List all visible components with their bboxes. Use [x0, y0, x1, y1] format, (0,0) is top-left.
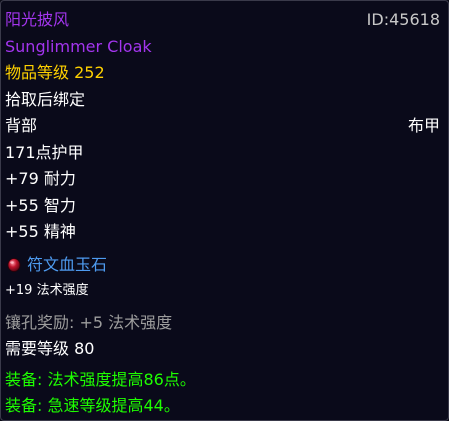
- armor-row: 171点护甲: [5, 140, 440, 167]
- equip-effect-haste: 装备: 急速等级提高44。: [5, 396, 180, 415]
- item-id: ID:45618: [366, 10, 440, 29]
- gem-name[interactable]: 符文血玉石: [27, 250, 107, 280]
- equip-effect-spellpower: 装备: 法术强度提高86点。: [5, 369, 196, 389]
- binding-row: 拾取后绑定: [5, 87, 440, 114]
- armor-type-text: 布甲: [407, 116, 440, 135]
- item-tooltip: 阳光披风 ID:45618 Sunglimmer Cloak 物品等级 252 …: [0, 0, 449, 421]
- stat-row: +55 精神: [5, 219, 440, 246]
- gem-bonus-row: +19 法术强度: [5, 280, 440, 302]
- item-level: 物品等级 252: [5, 63, 105, 82]
- stat-row: +79 耐力: [5, 166, 440, 193]
- item-name-cn[interactable]: 阳光披风: [5, 7, 69, 34]
- armor-text: 171点护甲: [5, 142, 84, 162]
- equip-effect-row: 装备: 法术强度提高86点。: [5, 367, 440, 394]
- socket-bonus-row: 镶孔奖励: +5 法术强度: [5, 310, 440, 337]
- socket-bonus: 镶孔奖励: +5 法术强度: [5, 312, 173, 332]
- stat-spirit: +55 精神: [5, 222, 76, 241]
- gem-bonus: +19 法术强度: [5, 282, 89, 298]
- stat-intellect: +55 智力: [5, 195, 76, 215]
- red-gem-icon: [7, 257, 21, 272]
- socketed-gem-row[interactable]: 符文血玉石: [5, 250, 440, 280]
- slot-text: 背部: [5, 116, 38, 135]
- tooltip-header: 阳光披风 ID:45618: [5, 7, 440, 34]
- item-level-row: 物品等级 252: [5, 60, 440, 87]
- binding-text: 拾取后绑定: [5, 89, 86, 109]
- stat-row: +55 智力: [5, 193, 440, 220]
- equip-effect-row: 装备: 急速等级提高44。: [5, 393, 440, 420]
- stat-stamina: +79 耐力: [5, 169, 76, 188]
- required-level-row: 需要等级 80: [5, 336, 440, 363]
- item-name-en[interactable]: Sunglimmer Cloak: [5, 34, 152, 61]
- item-name-en-row: Sunglimmer Cloak: [5, 34, 440, 61]
- slot-row: 背部 布甲: [5, 113, 440, 140]
- required-level: 需要等级 80: [5, 339, 95, 358]
